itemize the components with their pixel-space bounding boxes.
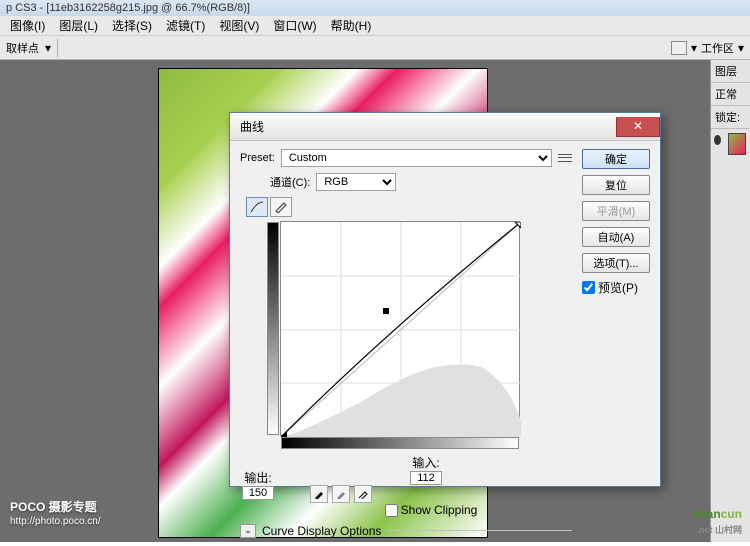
preview-label: 预览(P) — [598, 279, 638, 296]
display-options-label: Curve Display Options — [262, 524, 381, 538]
black-point — [281, 431, 287, 437]
output-label: 输出: — [244, 469, 271, 486]
menu-help[interactable]: 帮助(H) — [325, 16, 378, 35]
dropdown-icon[interactable]: ▾ — [738, 41, 744, 55]
cancel-button[interactable]: 复位 — [582, 175, 650, 195]
smooth-button: 平滑(M) — [582, 201, 650, 221]
visibility-icon[interactable] — [714, 135, 721, 145]
watermark: POCO 摄影专题 http://photo.poco.cn/ — [10, 495, 101, 527]
footer-brand: shancun .net 山村网 — [693, 505, 742, 536]
white-eyedropper[interactable] — [354, 485, 372, 503]
menu-layer[interactable]: 图层(L) — [53, 16, 104, 35]
gray-eyedropper[interactable] — [332, 485, 350, 503]
separator — [387, 530, 572, 531]
expand-options-button[interactable]: ⌄ — [240, 524, 256, 538]
layer-thumbnail[interactable] — [728, 133, 746, 155]
curves-dialog: 曲线 ✕ Preset: Custom 通道(C): RGB — [229, 112, 661, 487]
preset-label: Preset: — [240, 152, 275, 164]
curve-svg — [281, 222, 521, 437]
menu-filter[interactable]: 滤镜(T) — [160, 16, 211, 35]
pencil-icon — [274, 201, 288, 213]
preset-select[interactable]: Custom — [281, 149, 552, 167]
channel-label: 通道(C): — [270, 174, 310, 190]
input-label: 输入: — [412, 456, 439, 470]
ok-button[interactable]: 确定 — [582, 149, 650, 169]
show-clipping-label: Show Clipping — [401, 503, 478, 517]
menu-window[interactable]: 窗口(W) — [267, 16, 322, 35]
output-field[interactable] — [242, 486, 274, 500]
channel-select[interactable]: RGB — [316, 173, 396, 191]
input-field[interactable] — [410, 471, 442, 485]
lock-label: 锁定: — [711, 106, 750, 129]
screen-mode-icon[interactable] — [671, 41, 687, 55]
close-button[interactable]: ✕ — [616, 117, 660, 137]
curve-icon — [250, 201, 264, 213]
curve-point-tool[interactable] — [246, 197, 268, 217]
dropdown-icon[interactable]: ▾ — [691, 41, 697, 55]
dropdown-icon[interactable]: ▾ — [45, 41, 51, 55]
panel-tab-layers[interactable]: 图层 — [711, 60, 750, 83]
show-clipping-checkbox[interactable] — [385, 504, 398, 517]
menu-image[interactable]: 图像(I) — [4, 16, 51, 35]
black-eyedropper[interactable] — [310, 485, 328, 503]
input-gradient — [281, 437, 519, 449]
control-point — [383, 308, 389, 314]
options-button[interactable]: 选项(T)... — [582, 253, 650, 273]
menubar: 图像(I) 图层(L) 选择(S) 滤镜(T) 视图(V) 窗口(W) 帮助(H… — [0, 16, 750, 36]
separator — [57, 39, 58, 57]
dialog-title: 曲线 — [240, 118, 616, 135]
curve-graph[interactable] — [280, 221, 520, 436]
auto-button[interactable]: 自动(A) — [582, 227, 650, 247]
layers-panel: 图层 正常 锁定: — [710, 60, 750, 542]
options-bar: 取样点 ▾ ▾ 工作区 ▾ — [0, 36, 750, 60]
window-titlebar: p CS3 - [11eb3162258g215.jpg @ 66.7%(RGB… — [0, 0, 750, 16]
output-gradient — [267, 222, 279, 435]
sample-label: 取样点 — [6, 40, 39, 56]
preview-checkbox[interactable] — [582, 281, 595, 294]
preset-menu-icon[interactable] — [558, 152, 572, 164]
dialog-titlebar[interactable]: 曲线 ✕ — [230, 113, 660, 141]
workspace-label[interactable]: 工作区 — [701, 40, 734, 56]
blend-mode[interactable]: 正常 — [711, 83, 750, 106]
curve-pencil-tool[interactable] — [270, 197, 292, 217]
menu-select[interactable]: 选择(S) — [106, 16, 158, 35]
menu-view[interactable]: 视图(V) — [213, 16, 265, 35]
